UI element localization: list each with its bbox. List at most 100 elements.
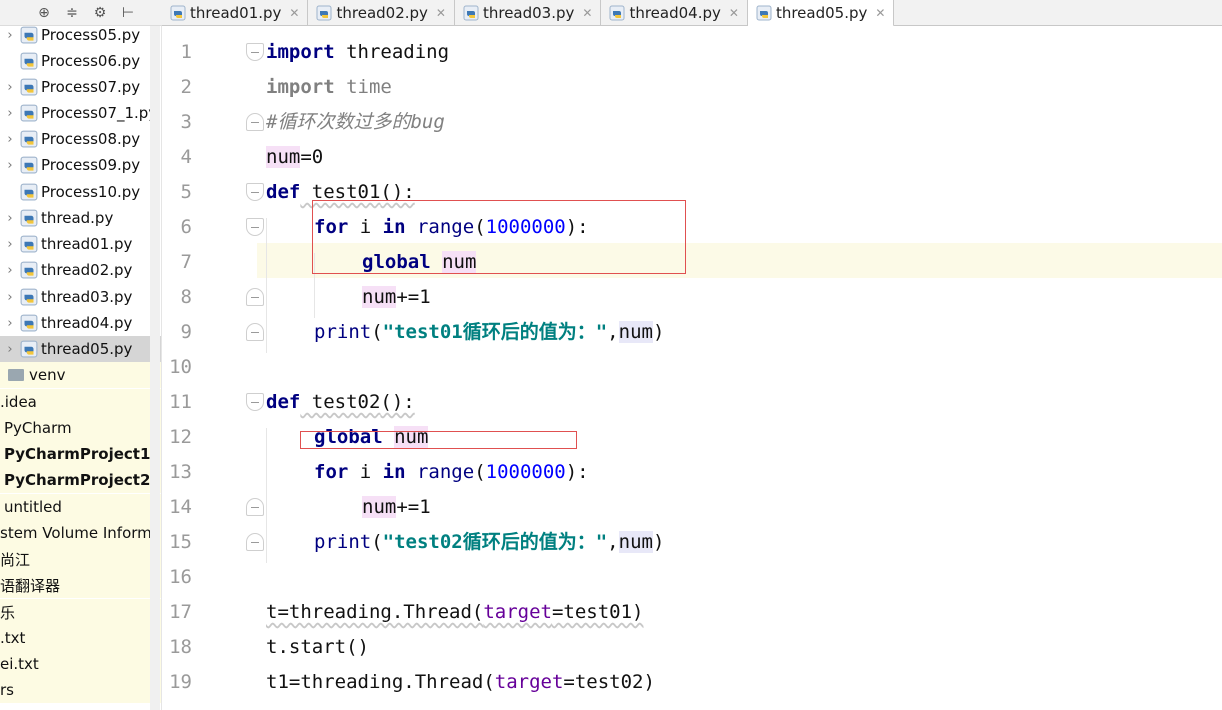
hide-icon[interactable]: ⊢ — [118, 5, 138, 21]
code-line-8: num+=1 — [362, 286, 431, 308]
tree-item-thread05[interactable]: › thread05.py — [0, 336, 161, 362]
tree-item-process06[interactable]: Process06.py — [0, 48, 161, 74]
tree-item-thread[interactable]: › thread.py — [0, 205, 161, 231]
line-number: 12 — [169, 426, 192, 448]
tree-item-label: Process07.py — [41, 78, 141, 96]
code-line-18: t.start() — [266, 636, 369, 658]
tree-item-shangjiang[interactable]: 尚江 — [0, 546, 161, 572]
python-file-icon — [463, 5, 479, 21]
close-icon[interactable]: ✕ — [436, 6, 446, 20]
python-file-icon — [20, 104, 38, 122]
tree-item-process07-1[interactable]: › Process07_1.py — [0, 100, 161, 126]
tab-thread05[interactable]: thread05.py ✕ — [747, 0, 895, 27]
close-icon[interactable]: ✕ — [289, 6, 299, 20]
indent-guide — [266, 428, 267, 563]
tree-scrollbar[interactable] — [150, 26, 160, 710]
tree-item-label: Process08.py — [41, 130, 141, 148]
tree-item-idea[interactable]: .idea — [0, 389, 161, 415]
tree-item-rs[interactable]: rs — [0, 677, 161, 703]
editor-tab-bar: thread01.py ✕ thread02.py ✕ thread03.py … — [162, 0, 1222, 27]
tree-item-le[interactable]: 乐 — [0, 599, 161, 625]
line-number: 7 — [180, 251, 192, 273]
fold-marker-icon[interactable] — [246, 323, 264, 341]
chevron-right-icon[interactable]: › — [0, 158, 20, 173]
tree-item-process08[interactable]: › Process08.py — [0, 126, 161, 152]
tree-item-label: Process06.py — [41, 52, 141, 70]
python-file-icon — [170, 5, 186, 21]
code-line-1: import threading — [266, 41, 450, 63]
fold-marker-icon[interactable] — [246, 533, 264, 551]
chevron-right-icon[interactable]: › — [0, 132, 20, 147]
tree-item-process09[interactable]: › Process09.py — [0, 152, 161, 178]
tab-thread04[interactable]: thread04.py ✕ — [601, 0, 748, 26]
tree-item-label: stem Volume Informati — [0, 524, 162, 542]
target-icon[interactable]: ⊕ — [34, 5, 54, 21]
annotation-box-test01 — [312, 200, 686, 274]
python-file-icon — [20, 288, 38, 306]
fold-marker-icon[interactable] — [246, 498, 264, 516]
line-number: 10 — [169, 356, 192, 378]
tab-label: thread03.py — [482, 4, 575, 22]
fold-marker-icon[interactable] — [246, 183, 264, 201]
python-file-icon — [20, 340, 38, 358]
line-gutter: 1 2 3 4 5 6 7 8 9 10 11 12 13 14 15 16 1… — [162, 26, 264, 710]
close-icon[interactable]: ✕ — [582, 6, 592, 20]
chevron-right-icon[interactable]: › — [0, 237, 20, 252]
collapse-icon[interactable]: ≑ — [62, 5, 82, 21]
code-line-14: num+=1 — [362, 496, 431, 518]
close-icon[interactable]: ✕ — [729, 6, 739, 20]
code-line-9: print("test01循环后的值为：",num) — [314, 321, 665, 343]
tree-item-thread03[interactable]: › thread03.py — [0, 284, 161, 310]
tab-thread02[interactable]: thread02.py ✕ — [308, 0, 455, 26]
tree-item-pycharm[interactable]: PyCharm — [0, 415, 161, 441]
fold-marker-icon[interactable] — [246, 113, 264, 131]
tree-item-process05[interactable]: › Process05.py — [0, 26, 161, 48]
chevron-right-icon[interactable]: › — [0, 106, 20, 121]
fold-marker-icon[interactable] — [246, 288, 264, 306]
close-icon[interactable]: ✕ — [875, 6, 885, 20]
python-file-icon — [20, 261, 38, 279]
tree-item-label: ei.txt — [0, 655, 39, 673]
tree-item-thread01[interactable]: › thread01.py — [0, 231, 161, 257]
line-number: 3 — [180, 111, 192, 133]
code-line-11: def test02(): — [266, 391, 415, 413]
fold-marker-icon[interactable] — [246, 393, 264, 411]
tree-item-untitled[interactable]: untitled — [0, 494, 161, 520]
tree-item-label: .txt — [0, 629, 26, 647]
tree-item-thread04[interactable]: › thread04.py — [0, 310, 161, 336]
chevron-right-icon[interactable]: › — [0, 80, 20, 95]
tree-item-system-volume[interactable]: stem Volume Informati — [0, 520, 162, 546]
fold-marker-icon[interactable] — [246, 218, 264, 236]
tab-label: thread01.py — [190, 4, 282, 22]
fold-marker-icon[interactable] — [246, 43, 264, 61]
chevron-right-icon[interactable]: › — [0, 28, 20, 43]
tab-thread01[interactable]: thread01.py ✕ — [162, 0, 309, 26]
folder-icon — [8, 369, 24, 381]
chevron-right-icon[interactable]: › — [0, 342, 20, 357]
gear-icon[interactable]: ⚙ — [90, 5, 110, 21]
tree-item-pycharmproject2[interactable]: PyCharmProject2 — [0, 467, 161, 493]
code-line-17: t=threading.Thread(target=test01) — [266, 601, 644, 623]
line-number: 13 — [169, 461, 192, 483]
tree-item-venv[interactable]: venv — [0, 362, 161, 388]
chevron-right-icon[interactable]: › — [0, 211, 20, 226]
tree-item-label: 乐 — [0, 603, 16, 622]
tree-item-label: Process07_1.py — [41, 104, 158, 122]
tree-item-thread02[interactable]: › thread02.py — [0, 257, 161, 283]
tree-item-process07[interactable]: › Process07.py — [0, 74, 161, 100]
line-number: 19 — [169, 671, 192, 693]
tree-item-pycharmproject1[interactable]: PyCharmProject1 — [0, 441, 161, 467]
code-editor[interactable]: 1 2 3 4 5 6 7 8 9 10 11 12 13 14 15 16 1… — [162, 26, 1222, 710]
line-number: 2 — [180, 76, 192, 98]
chevron-right-icon[interactable]: › — [0, 316, 20, 331]
chevron-right-icon[interactable]: › — [0, 263, 20, 278]
tree-item-process10[interactable]: Process10.py — [0, 179, 161, 205]
tree-item-translator[interactable]: 语翻译器 — [0, 572, 161, 598]
tree-item-txt[interactable]: .txt — [0, 625, 161, 651]
tab-thread03[interactable]: thread03.py ✕ — [455, 0, 602, 26]
chevron-right-icon[interactable]: › — [0, 290, 20, 305]
code-line-19: t1=threading.Thread(target=test02) — [266, 671, 655, 693]
tree-item-label: thread03.py — [41, 288, 133, 306]
tree-item-ei-txt[interactable]: ei.txt — [0, 651, 161, 677]
tree-item-label: Process05.py — [41, 26, 141, 44]
